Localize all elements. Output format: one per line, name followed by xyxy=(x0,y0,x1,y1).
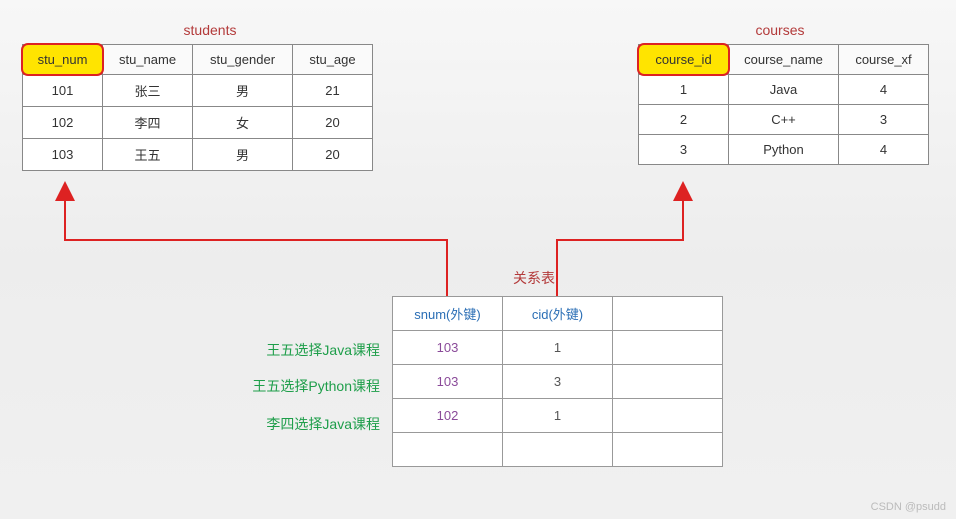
col-empty xyxy=(613,297,723,331)
cell xyxy=(613,331,723,365)
cell: 4 xyxy=(839,135,929,165)
col-course-xf: course_xf xyxy=(839,45,929,75)
arrow-snum-to-students xyxy=(65,185,447,296)
col-stu-name: stu_name xyxy=(103,45,193,75)
cell: 3 xyxy=(839,105,929,135)
note-2: 王五选择Python课程 xyxy=(200,376,380,396)
cell: 张三 xyxy=(103,75,193,107)
cell xyxy=(503,433,613,467)
cell: Python xyxy=(729,135,839,165)
col-snum: snum(外键) xyxy=(393,297,503,331)
cell: 男 xyxy=(193,139,293,171)
students-title: students xyxy=(150,22,270,38)
cell: 103 xyxy=(23,139,103,171)
relation-table: snum(外键) cid(外键) 103 1 103 3 102 1 xyxy=(392,296,723,467)
table-row: 102 李四 女 20 xyxy=(23,107,373,139)
watermark: CSDN @psudd xyxy=(871,501,946,513)
table-row xyxy=(393,433,723,467)
courses-table: course_id course_name course_xf 1 Java 4… xyxy=(638,44,929,165)
cell: 20 xyxy=(293,139,373,171)
cell: 女 xyxy=(193,107,293,139)
cell: 王五 xyxy=(103,139,193,171)
students-table: stu_num stu_name stu_gender stu_age 101 … xyxy=(22,44,373,171)
cell: 102 xyxy=(393,399,503,433)
cell: 21 xyxy=(293,75,373,107)
table-header-row: snum(外键) cid(外键) xyxy=(393,297,723,331)
col-course-name: course_name xyxy=(729,45,839,75)
table-row: 103 王五 男 20 xyxy=(23,139,373,171)
relation-title: 关系表 xyxy=(513,268,555,288)
cell: 102 xyxy=(23,107,103,139)
table-row: 103 3 xyxy=(393,365,723,399)
col-stu-gender: stu_gender xyxy=(193,45,293,75)
cell: 李四 xyxy=(103,107,193,139)
cell: 4 xyxy=(839,75,929,105)
table-header-row: stu_num stu_name stu_gender stu_age xyxy=(23,45,373,75)
cell xyxy=(613,365,723,399)
col-cid: cid(外键) xyxy=(503,297,613,331)
table-row: 1 Java 4 xyxy=(639,75,929,105)
cell: 2 xyxy=(639,105,729,135)
cell: 101 xyxy=(23,75,103,107)
cell: C++ xyxy=(729,105,839,135)
col-stu-age: stu_age xyxy=(293,45,373,75)
table-row: 102 1 xyxy=(393,399,723,433)
cell: Java xyxy=(729,75,839,105)
table-row: 3 Python 4 xyxy=(639,135,929,165)
col-stu-num: stu_num xyxy=(23,45,103,75)
cell: 男 xyxy=(193,75,293,107)
cell xyxy=(393,433,503,467)
col-course-id: course_id xyxy=(639,45,729,75)
cell xyxy=(613,399,723,433)
table-row: 103 1 xyxy=(393,331,723,365)
table-row: 2 C++ 3 xyxy=(639,105,929,135)
cell: 20 xyxy=(293,107,373,139)
arrow-cid-to-courses xyxy=(557,185,683,296)
cell: 1 xyxy=(503,331,613,365)
note-3: 李四选择Java课程 xyxy=(200,414,380,434)
cell xyxy=(613,433,723,467)
cell: 1 xyxy=(639,75,729,105)
courses-title: courses xyxy=(720,22,840,38)
note-1: 王五选择Java课程 xyxy=(200,340,380,360)
cell: 1 xyxy=(503,399,613,433)
cell: 103 xyxy=(393,331,503,365)
cell: 3 xyxy=(639,135,729,165)
table-header-row: course_id course_name course_xf xyxy=(639,45,929,75)
table-row: 101 张三 男 21 xyxy=(23,75,373,107)
cell: 103 xyxy=(393,365,503,399)
cell: 3 xyxy=(503,365,613,399)
